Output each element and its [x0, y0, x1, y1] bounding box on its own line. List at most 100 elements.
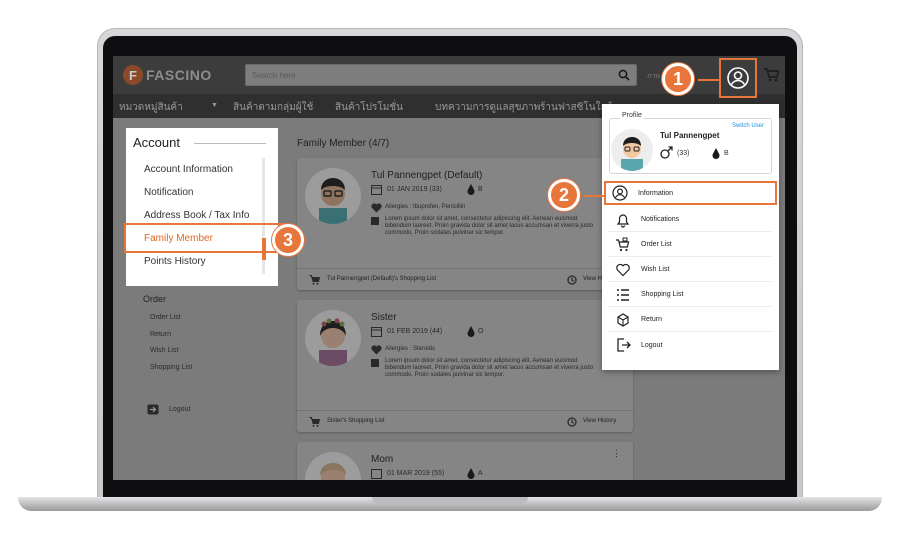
history-icon [567, 417, 577, 427]
member-allergies: Allergies : Steroids [385, 346, 436, 352]
logo[interactable]: F FASCINO [123, 65, 212, 85]
menu-item-label: Notifications [641, 216, 680, 223]
search-bar [245, 64, 637, 86]
nav-item-promotions[interactable]: สินค้าโปรโมชั่น [335, 100, 403, 115]
profile-avatar [611, 129, 653, 171]
callout-badge-2: 2 [548, 179, 580, 211]
member-note: Lorem ipsum dolor sit amet, consectetur … [385, 358, 594, 378]
avatar-man-icon [319, 178, 347, 224]
member-note: Lorem ipsum dolor sit amet, consectetur … [385, 216, 594, 236]
search-input[interactable] [246, 65, 606, 86]
shopping-list-link[interactable]: Sister's Shopping List [327, 418, 385, 424]
family-card: Mom ⋮ 01 MAR 2019 (55) A [297, 442, 633, 480]
search-icon[interactable] [618, 69, 630, 81]
member-birthdate: 01 MAR 2019 (55) [387, 470, 445, 477]
member-name: Mom [371, 454, 394, 465]
laptop-notch [372, 497, 528, 504]
menu-item-return[interactable]: Return [609, 308, 772, 332]
order-item-shopping-list[interactable]: Shopping List [150, 364, 192, 371]
sidebar-logout-label: Logout [169, 406, 191, 413]
male-icon [660, 146, 673, 159]
cart-list-icon [616, 237, 630, 251]
order-item-wish-list[interactable]: Wish List [150, 347, 178, 354]
order-item-order-list[interactable]: Order List [150, 314, 181, 321]
account-item-information[interactable]: Account Information [144, 164, 233, 175]
order-item-return[interactable]: Return [150, 331, 171, 338]
callout-badge-1: 1 [662, 63, 694, 95]
blood-drop-icon [467, 326, 475, 337]
blood-drop-icon [712, 148, 720, 159]
sidebar-logout[interactable]: Logout [147, 404, 190, 415]
family-heading: Family Member (4/7) [297, 138, 390, 149]
menu-item-label: Shopping List [641, 291, 684, 298]
callout-badge-3: 3 [272, 224, 304, 256]
history-icon [567, 275, 577, 285]
heart-icon [616, 263, 630, 276]
note-icon [371, 359, 379, 367]
cart-icon [309, 417, 320, 427]
account-item-address-book[interactable]: Address Book / Tax Info [144, 210, 249, 221]
member-birthdate: 01 JAN 2019 (33) [387, 186, 442, 193]
menu-item-shopping-list[interactable]: Shopping List [609, 283, 772, 307]
allergy-heart-icon [371, 203, 382, 213]
avatar-man-icon [621, 137, 643, 171]
card-footer: Sister's Shopping List View History [297, 410, 633, 432]
member-name: Sister [371, 312, 397, 323]
calendar-icon [371, 469, 382, 479]
avatar-mom-icon [320, 463, 346, 480]
blood-drop-icon [467, 184, 475, 195]
account-title: Account [133, 135, 180, 150]
divider [194, 143, 266, 144]
card-footer: Tul Pannengpet (Default)'s Shopping List… [297, 268, 633, 290]
logout-icon [147, 404, 159, 415]
menu-item-label: Information [638, 189, 674, 197]
menu-item-wish-list[interactable]: Wish List [609, 258, 772, 282]
member-allergies: Allergies : Ibuprofen, Penicillin [385, 204, 466, 210]
cart-icon [309, 275, 320, 285]
bell-icon [616, 213, 630, 228]
nav-item-categories[interactable]: หมวดหมู่สินค้า [119, 100, 183, 115]
nav-item-health-articles[interactable]: บทความการดูแลสุขภาพ [435, 100, 540, 115]
profile-dropdown: Profile Switch User Tul Pannengpet (33) … [602, 104, 779, 370]
member-blood-type: O [478, 328, 484, 335]
calendar-icon [371, 327, 382, 337]
avatar [305, 310, 361, 366]
logo-mark: F [123, 65, 143, 85]
menu-item-order-list[interactable]: Order List [609, 233, 772, 257]
box-return-icon [617, 312, 629, 327]
callout-connector [584, 195, 604, 197]
profile-name: Tul Pannengpet [660, 131, 720, 140]
menu-item-label: Order List [641, 241, 672, 248]
avatar [305, 452, 361, 480]
nav-item-user-groups[interactable]: สินค้าตามกลุ่มผู้ใช้ [233, 100, 313, 115]
chevron-down-icon[interactable]: ▼ [211, 102, 218, 109]
cart-icon[interactable] [763, 68, 779, 82]
menu-item-label: Logout [641, 341, 663, 349]
profile-age: (33) [677, 150, 690, 157]
avatar-woman-icon [319, 318, 347, 366]
account-item-notification[interactable]: Notification [144, 187, 193, 198]
family-card: Tul Pannengpet (Default) 01 JAN 2019 (33… [297, 158, 633, 290]
member-blood-type: A [478, 470, 483, 477]
menu-item-logout[interactable]: Logout [609, 333, 772, 357]
calendar-icon [371, 185, 382, 195]
member-birthdate: 01 FEB 2019 (44) [387, 328, 443, 335]
list-icon [617, 288, 629, 301]
menu-item-notifications[interactable]: Notifications [609, 208, 772, 232]
logout-icon [617, 338, 631, 352]
profile-button[interactable] [719, 58, 757, 98]
shopping-list-link[interactable]: Tul Pannengpet (Default)'s Shopping List [327, 276, 436, 282]
menu-item-label: Wish List [641, 266, 670, 273]
view-history-link[interactable]: View History [583, 418, 616, 424]
callout-connector [698, 79, 720, 81]
account-item-points-history[interactable]: Points History [144, 256, 206, 267]
more-options-icon[interactable]: ⋮ [612, 448, 621, 459]
switch-user-link[interactable]: Switch User [732, 123, 764, 129]
language-selector[interactable]: ภาษ [647, 71, 660, 82]
screen: F FASCINO ภาษ หมวดหมู่สินค้า ▼ สินค้าตาม… [113, 56, 785, 480]
profile-label: Profile [620, 112, 644, 119]
allergy-heart-icon [371, 345, 382, 355]
order-title: Order [143, 294, 167, 304]
user-circle-icon [727, 67, 749, 89]
menu-item-information[interactable]: Information [604, 181, 777, 205]
